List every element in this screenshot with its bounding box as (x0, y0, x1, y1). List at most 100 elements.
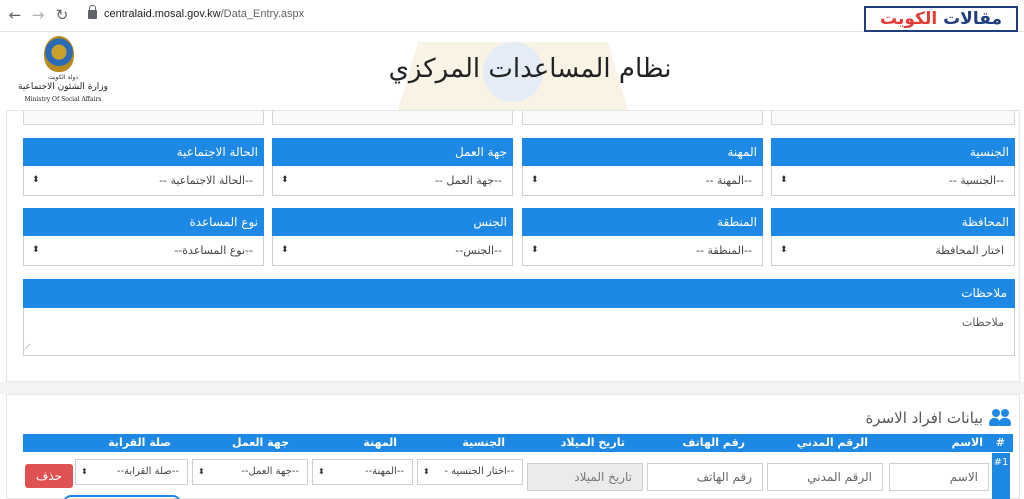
column-header: الجنسية (462, 436, 505, 449)
select-caret-icon: ⬍ (531, 245, 539, 255)
occupation-field: المهنة --المهنة -- ⬍ (522, 138, 763, 196)
browser-toolbar: ← → ↻ centralaid.mosal.gov.kw/Data_Entry… (0, 0, 1024, 32)
partial-input[interactable] (272, 111, 513, 125)
badge-part2: الكويت (880, 9, 938, 29)
url-host: centralaid.mosal.gov.kw (104, 8, 221, 20)
input-placeholder: تاريخ الميلاد (574, 470, 632, 484)
select-value: --الجنس-- (455, 244, 502, 257)
gender-select[interactable]: --الجنس-- ⬍ (272, 236, 513, 266)
select-caret-icon: ⬍ (780, 245, 788, 255)
governorate-select[interactable]: اختار المحافظة ⬍ (771, 236, 1015, 266)
input-placeholder: الاسم (949, 470, 978, 484)
member-civil-id-input[interactable]: الرقم المدني (767, 463, 883, 491)
select-value: --جهة العمل -- (434, 174, 502, 187)
select-caret-icon: ⬍ (318, 467, 325, 476)
family-table-header: # الاسم الرقم المدني رقم الهاتف تاريخ ال… (23, 434, 1013, 452)
aid-type-field: نوع المساعدة --نوع المساعدة-- ⬍ (23, 208, 264, 266)
family-title-text: بيانات افراد الاسرة (865, 409, 983, 427)
field-label: جهة العمل (272, 138, 513, 166)
family-section-title: بيانات افراد الاسرة (865, 409, 1011, 427)
field-label: المحافظة (771, 208, 1015, 236)
watermark-badge: مقالات الكويت (864, 6, 1018, 32)
member-name-input[interactable]: الاسم (889, 463, 989, 491)
select-caret-icon: ⬍ (531, 175, 539, 185)
address-bar[interactable]: centralaid.mosal.gov.kw/Data_Entry.aspx (104, 8, 304, 20)
select-caret-icon: ⬍ (423, 467, 430, 476)
data-entry-form: الجنسية --الجنسية -- ⬍ المهنة --المهنة --… (6, 110, 1020, 382)
member-phone-input[interactable]: رقم الهاتف (647, 463, 763, 491)
member-employer-select[interactable]: --جهة العمل-- ⬍ (192, 459, 308, 485)
field-label: الجنسية (771, 138, 1015, 166)
logo-country: دولة الكويت (48, 74, 78, 81)
column-header: الرقم المدني (796, 436, 868, 449)
badge-part1: مقالات (943, 9, 1002, 29)
member-relation-select[interactable]: --صلة القرابة-- ⬍ (75, 459, 188, 485)
users-icon (989, 409, 1011, 427)
notes-textarea[interactable]: ملاحظات (23, 308, 1015, 356)
select-value: --الحالة الاجتماعية -- (159, 174, 253, 187)
nationality-select[interactable]: --الجنسية -- ⬍ (771, 166, 1015, 196)
area-field: المنطقة --المنطقة -- ⬍ (522, 208, 763, 266)
input-placeholder: الرقم المدني (807, 470, 872, 484)
field-label: الجنس (272, 208, 513, 236)
select-caret-icon: ⬍ (81, 467, 88, 476)
select-caret-icon: ⬍ (32, 175, 40, 185)
select-value: --الجنسية -- (948, 174, 1004, 187)
select-value: --المنطقة -- (696, 244, 752, 257)
column-header: الاسم (951, 436, 983, 449)
delete-row-button[interactable]: حذف (25, 464, 73, 488)
page-header: دولة الكويت وزارة الشئون الاجتماعية Mini… (0, 32, 1024, 110)
nationality-field: الجنسية --الجنسية -- ⬍ (771, 138, 1015, 196)
select-value: --المهنة -- (705, 174, 752, 187)
ministry-logo: دولة الكويت وزارة الشئون الاجتماعية Mini… (18, 36, 108, 108)
column-header: رقم الهاتف (682, 436, 745, 449)
select-value: --نوع المساعدة-- (174, 244, 253, 257)
select-caret-icon: ⬍ (281, 245, 289, 255)
column-header: جهة العمل (232, 436, 289, 449)
input-placeholder: رقم الهاتف (696, 470, 752, 484)
notes-label: ملاحظات (23, 279, 1015, 308)
family-members-section: بيانات افراد الاسرة # الاسم الرقم المدني… (6, 394, 1020, 499)
governorate-field: المحافظة اختار المحافظة ⬍ (771, 208, 1015, 266)
aid-type-select[interactable]: --نوع المساعدة-- ⬍ (23, 236, 264, 266)
gender-field: الجنس --الجنس-- ⬍ (272, 208, 513, 266)
select-value: --اختار الجنسية - (444, 466, 514, 477)
resize-grip-icon[interactable] (24, 343, 36, 355)
select-caret-icon: ⬍ (198, 467, 205, 476)
column-header: # (995, 436, 1005, 449)
member-occupation-select[interactable]: --المهنة-- ⬍ (312, 459, 413, 485)
back-arrow-icon[interactable]: ← (6, 6, 24, 24)
page-title: نظام المساعدات المركزي (388, 54, 672, 84)
reload-icon[interactable]: ↻ (53, 6, 71, 24)
marital-status-select[interactable]: --الحالة الاجتماعية -- ⬍ (23, 166, 264, 196)
select-value: --جهة العمل-- (241, 466, 299, 477)
select-caret-icon: ⬍ (32, 245, 40, 255)
member-nationality-select[interactable]: --اختار الجنسية - ⬍ (417, 459, 523, 485)
occupation-select[interactable]: --المهنة -- ⬍ (522, 166, 763, 196)
row-number: #1 (992, 453, 1010, 499)
url-path: /Data_Entry.aspx (220, 8, 305, 20)
select-value: --صلة القرابة-- (116, 466, 179, 477)
member-dob-input[interactable]: تاريخ الميلاد (527, 463, 643, 491)
partial-input[interactable] (522, 111, 763, 125)
column-header: صلة القرابة (108, 436, 171, 449)
section-divider (0, 382, 1024, 394)
logo-ministry-en: Ministry Of Social Affairs (24, 96, 102, 103)
select-caret-icon: ⬍ (780, 175, 788, 185)
partial-input[interactable] (23, 111, 264, 125)
logo-ministry-ar: وزارة الشئون الاجتماعية (18, 82, 108, 92)
column-header: المهنة (363, 436, 397, 449)
notes-field: ملاحظات ملاحظات (23, 279, 1015, 356)
field-label: المنطقة (522, 208, 763, 236)
select-value: اختار المحافظة (935, 244, 1004, 257)
add-row-button[interactable] (63, 495, 181, 499)
column-header: تاريخ الميلاد (560, 436, 625, 449)
forward-arrow-icon[interactable]: → (29, 6, 47, 24)
partial-input[interactable] (771, 111, 1015, 125)
area-select[interactable]: --المنطقة -- ⬍ (522, 236, 763, 266)
marital-status-field: الحالة الاجتماعية --الحالة الاجتماعية --… (23, 138, 264, 196)
field-label: المهنة (522, 138, 763, 166)
employer-field: جهة العمل --جهة العمل -- ⬍ (272, 138, 513, 196)
select-value: --المهنة-- (364, 466, 404, 477)
employer-select[interactable]: --جهة العمل -- ⬍ (272, 166, 513, 196)
